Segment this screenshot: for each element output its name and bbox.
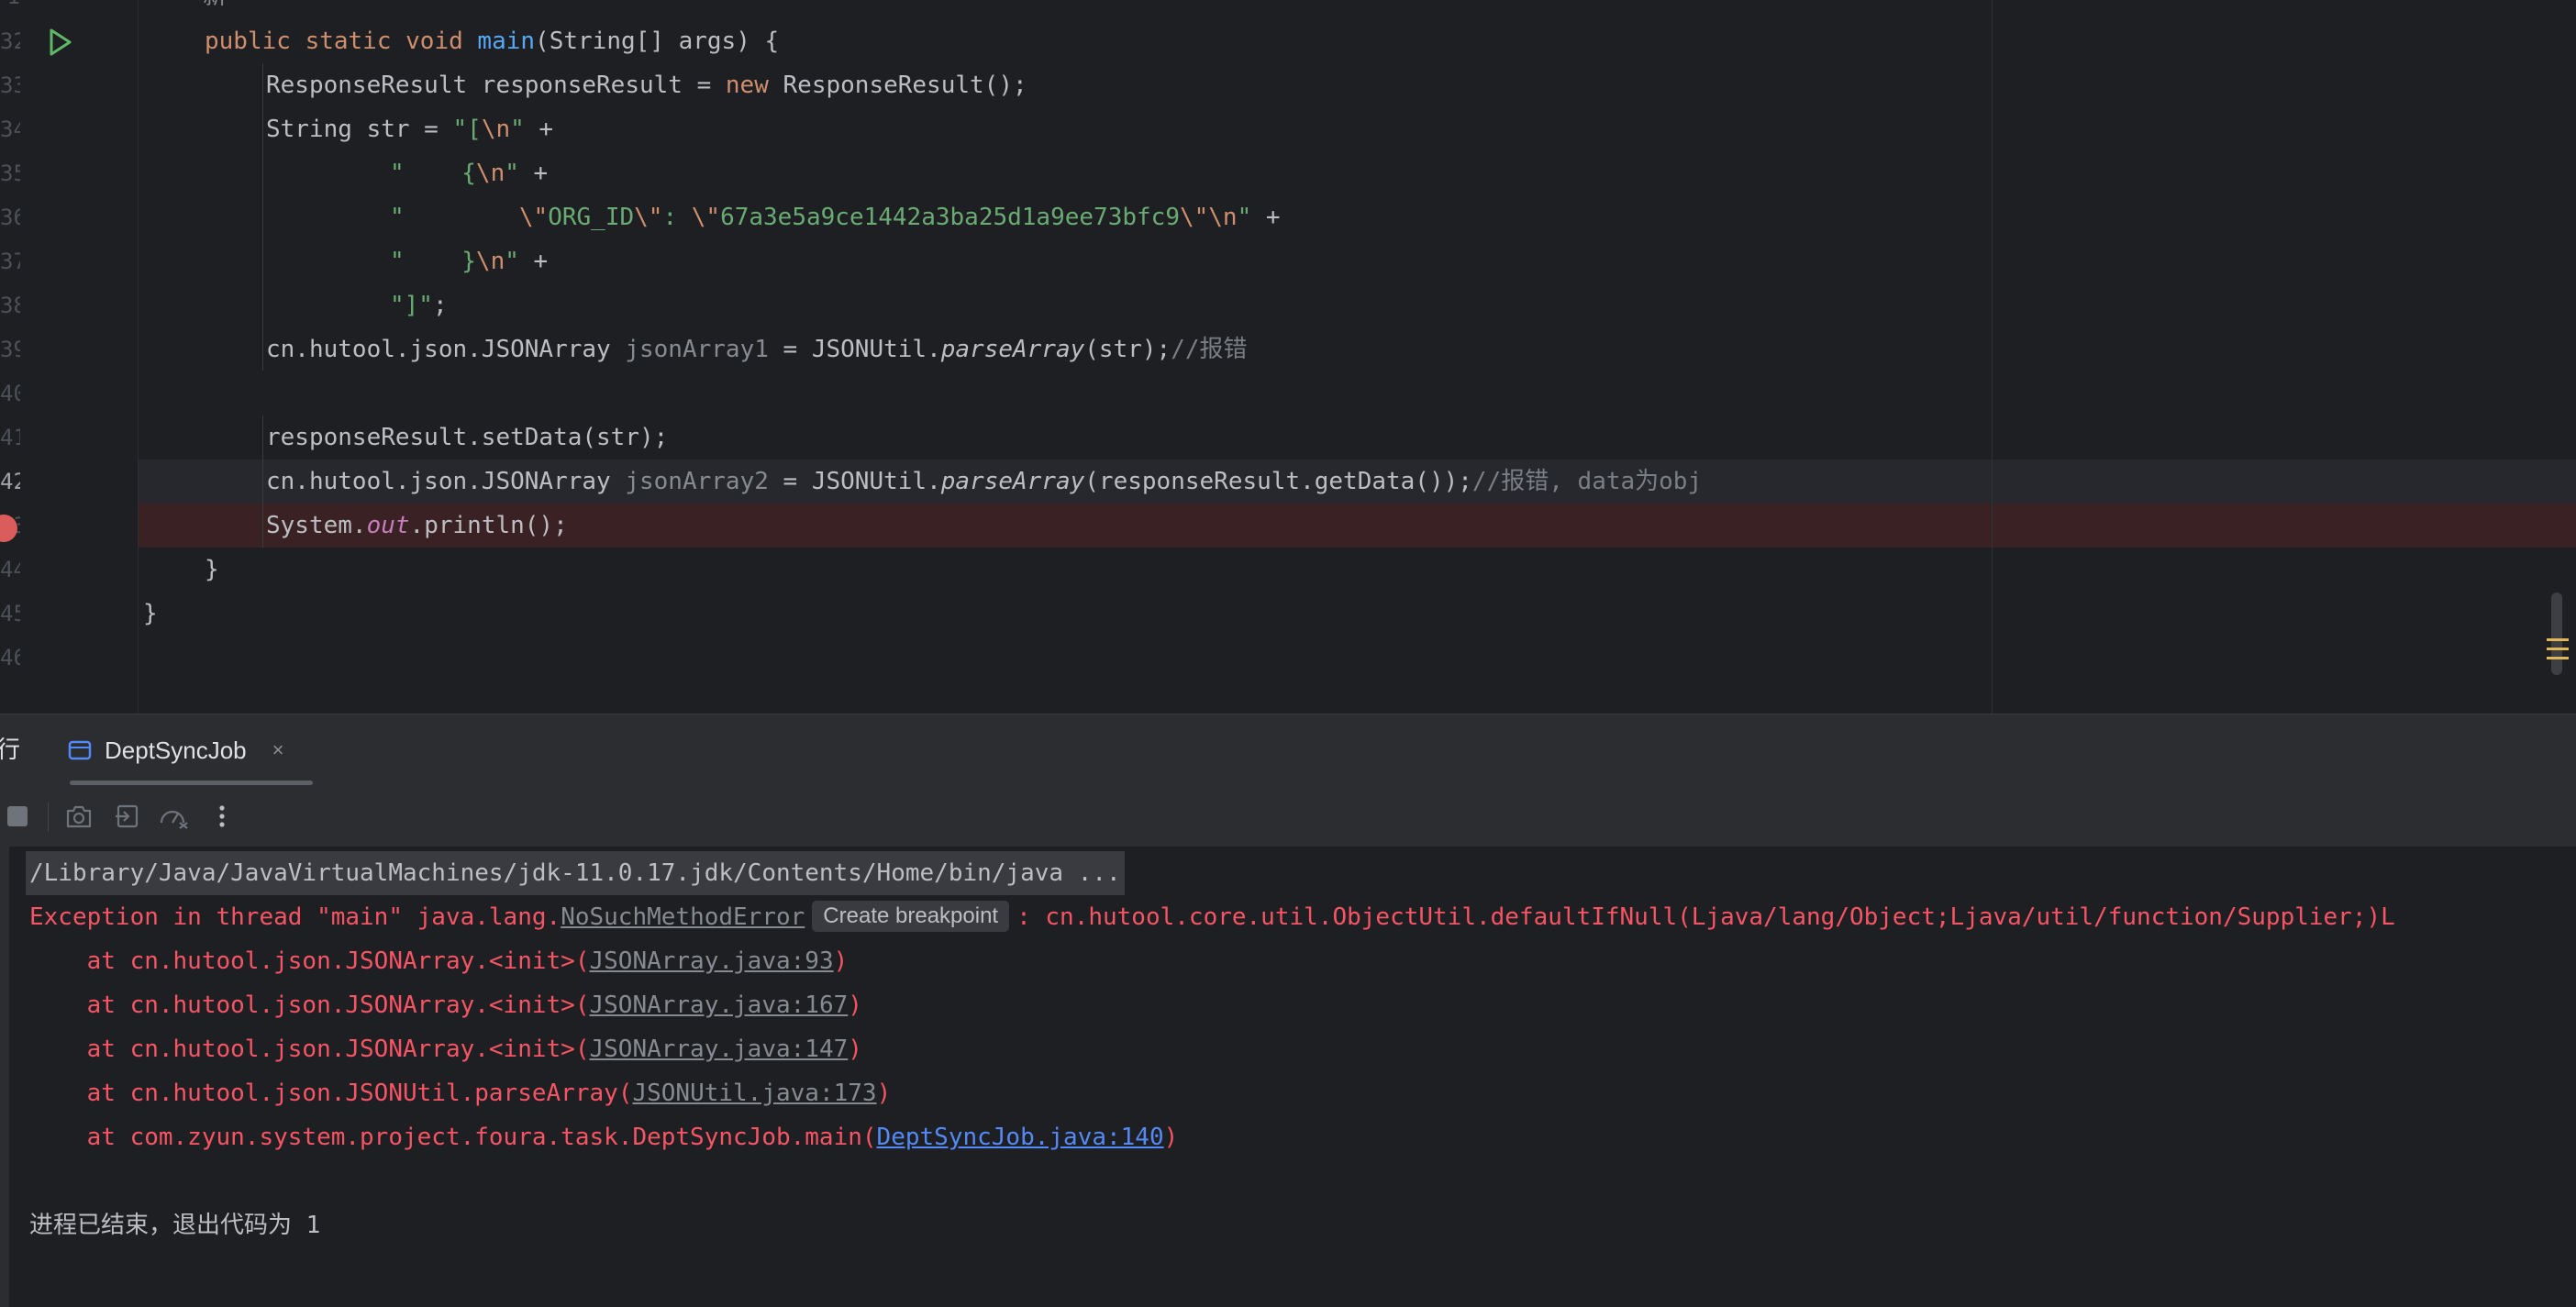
exception-class-link[interactable]: NoSuchMethodError [561, 903, 805, 931]
line-number: 39 [0, 337, 20, 362]
code-line-33: ResponseResult responseResult = new Resp… [266, 72, 1027, 99]
create-breakpoint-tooltip[interactable]: Create breakpoint [812, 900, 1010, 932]
tool-window-label: 行 [0, 736, 21, 763]
run-gutter-icon[interactable] [46, 28, 73, 57]
line-number: 34 [0, 116, 20, 142]
run-toolbar [0, 786, 2576, 847]
right-margin-guide [1992, 0, 1993, 714]
stack-trace-line: at cn.hutool.json.JSONArray.<init>(JSONA… [29, 1036, 862, 1063]
code-area[interactable]: 新 public static void main(String[] args)… [139, 0, 2576, 714]
indent-guide [262, 415, 263, 548]
scrollbar-warning-marker[interactable] [2547, 638, 2569, 641]
run-tab-bar: 行 DeptSyncJob × [0, 714, 2576, 786]
editor-scrollbar[interactable] [2551, 593, 2562, 675]
editor-gutter[interactable]: 1 32 33 34 35 36 37 38 39 40 41 42 43 44… [0, 0, 178, 714]
line-number: 36 [0, 205, 20, 230]
process-exit-message: 进程已结束，退出代码为 1 [29, 1212, 321, 1239]
code-line-45: } [143, 600, 158, 627]
tab-title: DeptSyncJob [105, 736, 247, 764]
line-number: 44 [0, 557, 20, 582]
code-line-32: public static void main(String[] args) { [205, 28, 780, 55]
code-line-38: "]"; [390, 292, 448, 319]
code-line-41: responseResult.setData(str); [266, 424, 669, 451]
stack-trace-line: at cn.hutool.json.JSONUtil.parseArray(JS… [29, 1080, 892, 1107]
stack-trace-line: at com.zyun.system.project.foura.task.De… [29, 1124, 1179, 1151]
console-output[interactable]: /Library/Java/JavaVirtualMachines/jdk-11… [0, 847, 2576, 1307]
console-gutter [0, 847, 9, 1307]
line-number: 46 [0, 645, 20, 670]
line-number: 35 [0, 161, 20, 186]
stop-icon[interactable] [7, 806, 28, 826]
line-number-current: 42 [0, 469, 20, 494]
code-line-34: String str = "[\n" + [266, 116, 554, 143]
scrollbar-warning-marker[interactable] [2547, 648, 2569, 650]
code-line-partial: 新 [203, 0, 2576, 18]
line-number: 33 [0, 72, 20, 98]
code-line-43: System.out.println(); [266, 512, 568, 539]
code-line-36: " \"ORG_ID\": \"67a3e5a9ce1442a3ba25d1a9… [390, 204, 1281, 231]
code-line-42: cn.hutool.json.JSONArray jsonArray2 = JS… [266, 468, 1703, 495]
code-editor[interactable]: 1 32 33 34 35 36 37 38 39 40 41 42 43 44… [0, 0, 2576, 714]
application-icon [68, 740, 92, 760]
camera-icon[interactable] [64, 803, 94, 830]
line-number: 45 [0, 601, 20, 626]
line-number: 1 [0, 0, 20, 18]
stack-trace-link[interactable]: JSONArray.java:93 [589, 947, 833, 975]
stack-trace-line: at cn.hutool.json.JSONArray.<init>(JSONA… [29, 947, 849, 975]
line-number: 32 [0, 28, 20, 54]
line-number: 38 [0, 293, 20, 318]
stack-trace-link-project[interactable]: DeptSyncJob.java:140 [877, 1124, 1164, 1151]
console-command-line[interactable]: /Library/Java/JavaVirtualMachines/jdk-11… [26, 851, 1125, 895]
tab-selection-underline [70, 781, 313, 785]
code-line-37: " }\n" + [390, 248, 549, 275]
toolbar-separator [48, 803, 49, 832]
tab-deptsyncjob[interactable]: DeptSyncJob × [68, 725, 284, 775]
line-number: 40 [0, 381, 20, 406]
restore-layout-icon[interactable] [114, 803, 141, 830]
line-number: 37 [0, 249, 20, 274]
line-number: 41 [0, 425, 20, 450]
stack-trace-link[interactable]: JSONArray.java:167 [589, 991, 848, 1019]
close-icon[interactable]: × [272, 738, 284, 762]
run-tool-window: 行 DeptSyncJob × /Library/Java/JavaVirtua… [0, 714, 2576, 1307]
code-line-39: cn.hutool.json.JSONArray jsonArray1 = JS… [266, 336, 1248, 363]
code-line-35: " {\n" + [390, 160, 549, 187]
indent-guide [262, 63, 263, 371]
console-exception-line: Exception in thread "main" java.lang.NoS… [29, 895, 2395, 939]
code-line-44: } [205, 556, 219, 583]
stack-trace-line: at cn.hutool.json.JSONArray.<init>(JSONA… [29, 991, 862, 1019]
profiler-icon[interactable] [158, 803, 191, 830]
stack-trace-link[interactable]: JSONArray.java:147 [589, 1036, 848, 1063]
stack-trace-link[interactable]: JSONUtil.java:173 [632, 1080, 876, 1107]
scrollbar-warning-marker[interactable] [2547, 657, 2569, 659]
more-icon[interactable] [213, 803, 231, 830]
